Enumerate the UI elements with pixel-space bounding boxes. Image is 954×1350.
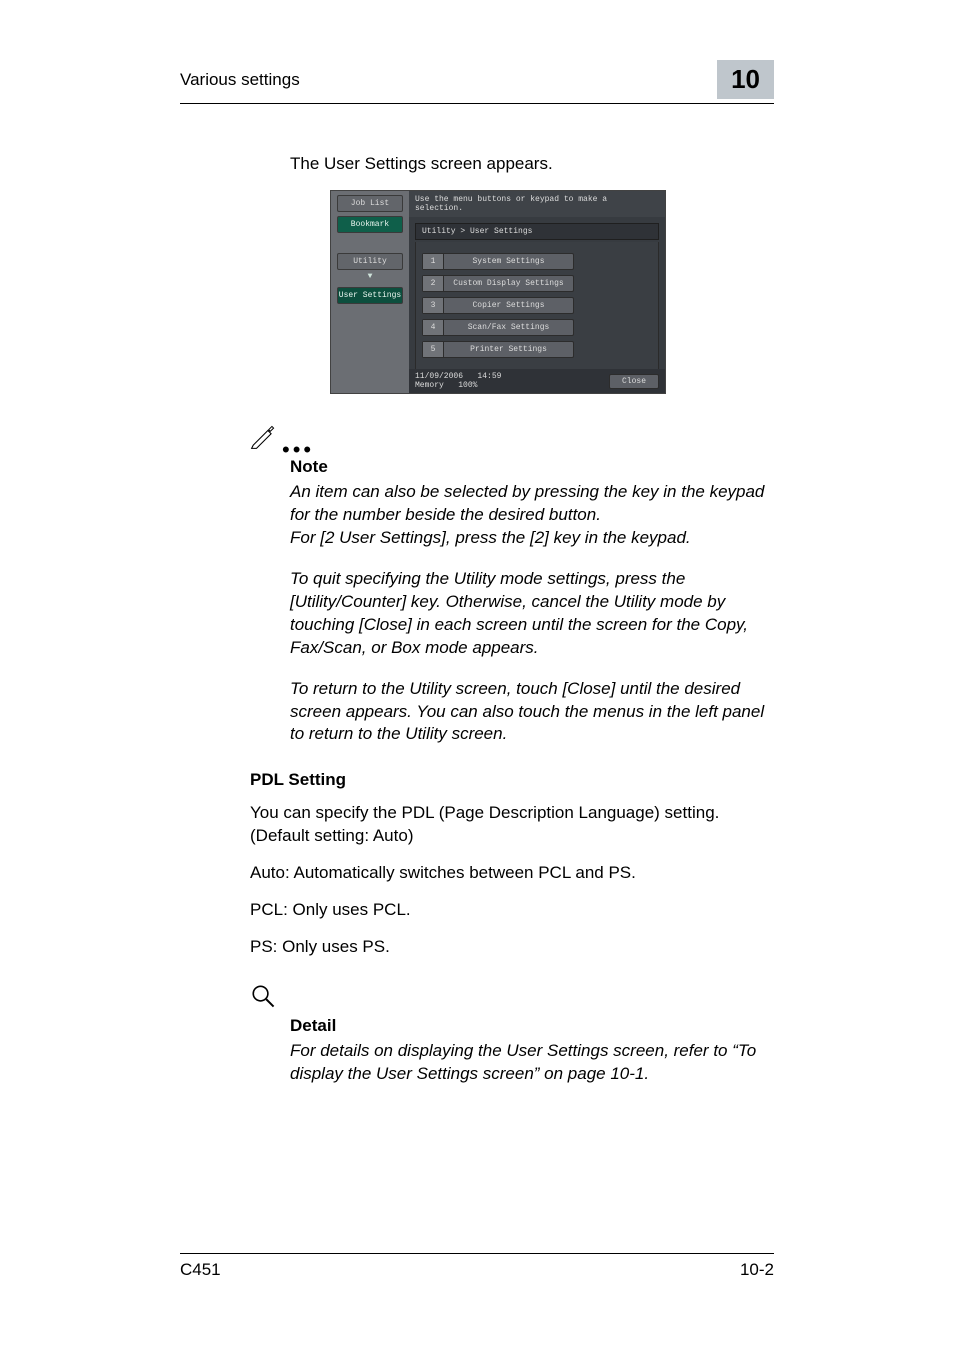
user-settings-screenshot: Job List Bookmark Utility ▼ User Setting… [330,190,666,394]
panel-status-bar: 11/09/2006 14:59 Memory 100% Close [409,369,665,393]
note-heading: Note [290,457,774,477]
page-footer: C451 10-2 [0,1245,954,1280]
lead-text: The User Settings screen appears. [290,154,954,174]
chevron-down-icon: ▼ [368,270,373,283]
body-text: PS: Only uses PS. [250,936,774,959]
detail-paragraph: For details on displaying the User Setti… [290,1040,774,1086]
panel-breadcrumb: Utility > User Settings [415,223,659,240]
menu-scan-fax-settings[interactable]: 4 Scan/Fax Settings [422,319,574,336]
panel-menu: 1 System Settings 2 Custom Display Setti… [415,242,659,369]
menu-printer-settings[interactable]: 5 Printer Settings [422,341,574,358]
body-text: Auto: Automatically switches between PCL… [250,862,774,885]
note-paragraph: To return to the Utility screen, touch [… [290,678,774,747]
chapter-number-badge: 10 [717,60,774,99]
body-text: PCL: Only uses PCL. [250,899,774,922]
detail-heading: Detail [290,1016,774,1036]
menu-copier-settings[interactable]: 3 Copier Settings [422,297,574,314]
note-paragraph: An item can also be selected by pressing… [290,481,774,550]
ellipsis-icon: ••• [282,445,314,455]
running-head: Various settings [180,70,300,90]
menu-custom-display-settings[interactable]: 2 Custom Display Settings [422,275,574,292]
tab-user-settings[interactable]: User Settings [337,287,403,304]
panel-sidebar: Job List Bookmark Utility ▼ User Setting… [331,191,409,393]
tab-utility[interactable]: Utility [337,253,403,270]
panel-main: Use the menu buttons or keypad to make a… [409,191,665,393]
menu-system-settings[interactable]: 1 System Settings [422,253,574,270]
status-info: 11/09/2006 14:59 Memory 100% [415,372,501,390]
tab-bookmark[interactable]: Bookmark [337,216,403,233]
header-rule [180,103,774,104]
detail-icon [250,983,954,1014]
page-number: 10-2 [740,1260,774,1280]
close-button[interactable]: Close [609,374,659,389]
body-text: You can specify the PDL (Page Descriptio… [250,802,774,848]
tab-job-list[interactable]: Job List [337,195,403,212]
pdl-heading: PDL Setting [250,770,954,790]
model-label: C451 [180,1260,221,1280]
note-paragraph: To quit specifying the Utility mode sett… [290,568,774,660]
panel-hint: Use the menu buttons or keypad to make a… [409,191,665,217]
note-icon [250,424,276,455]
